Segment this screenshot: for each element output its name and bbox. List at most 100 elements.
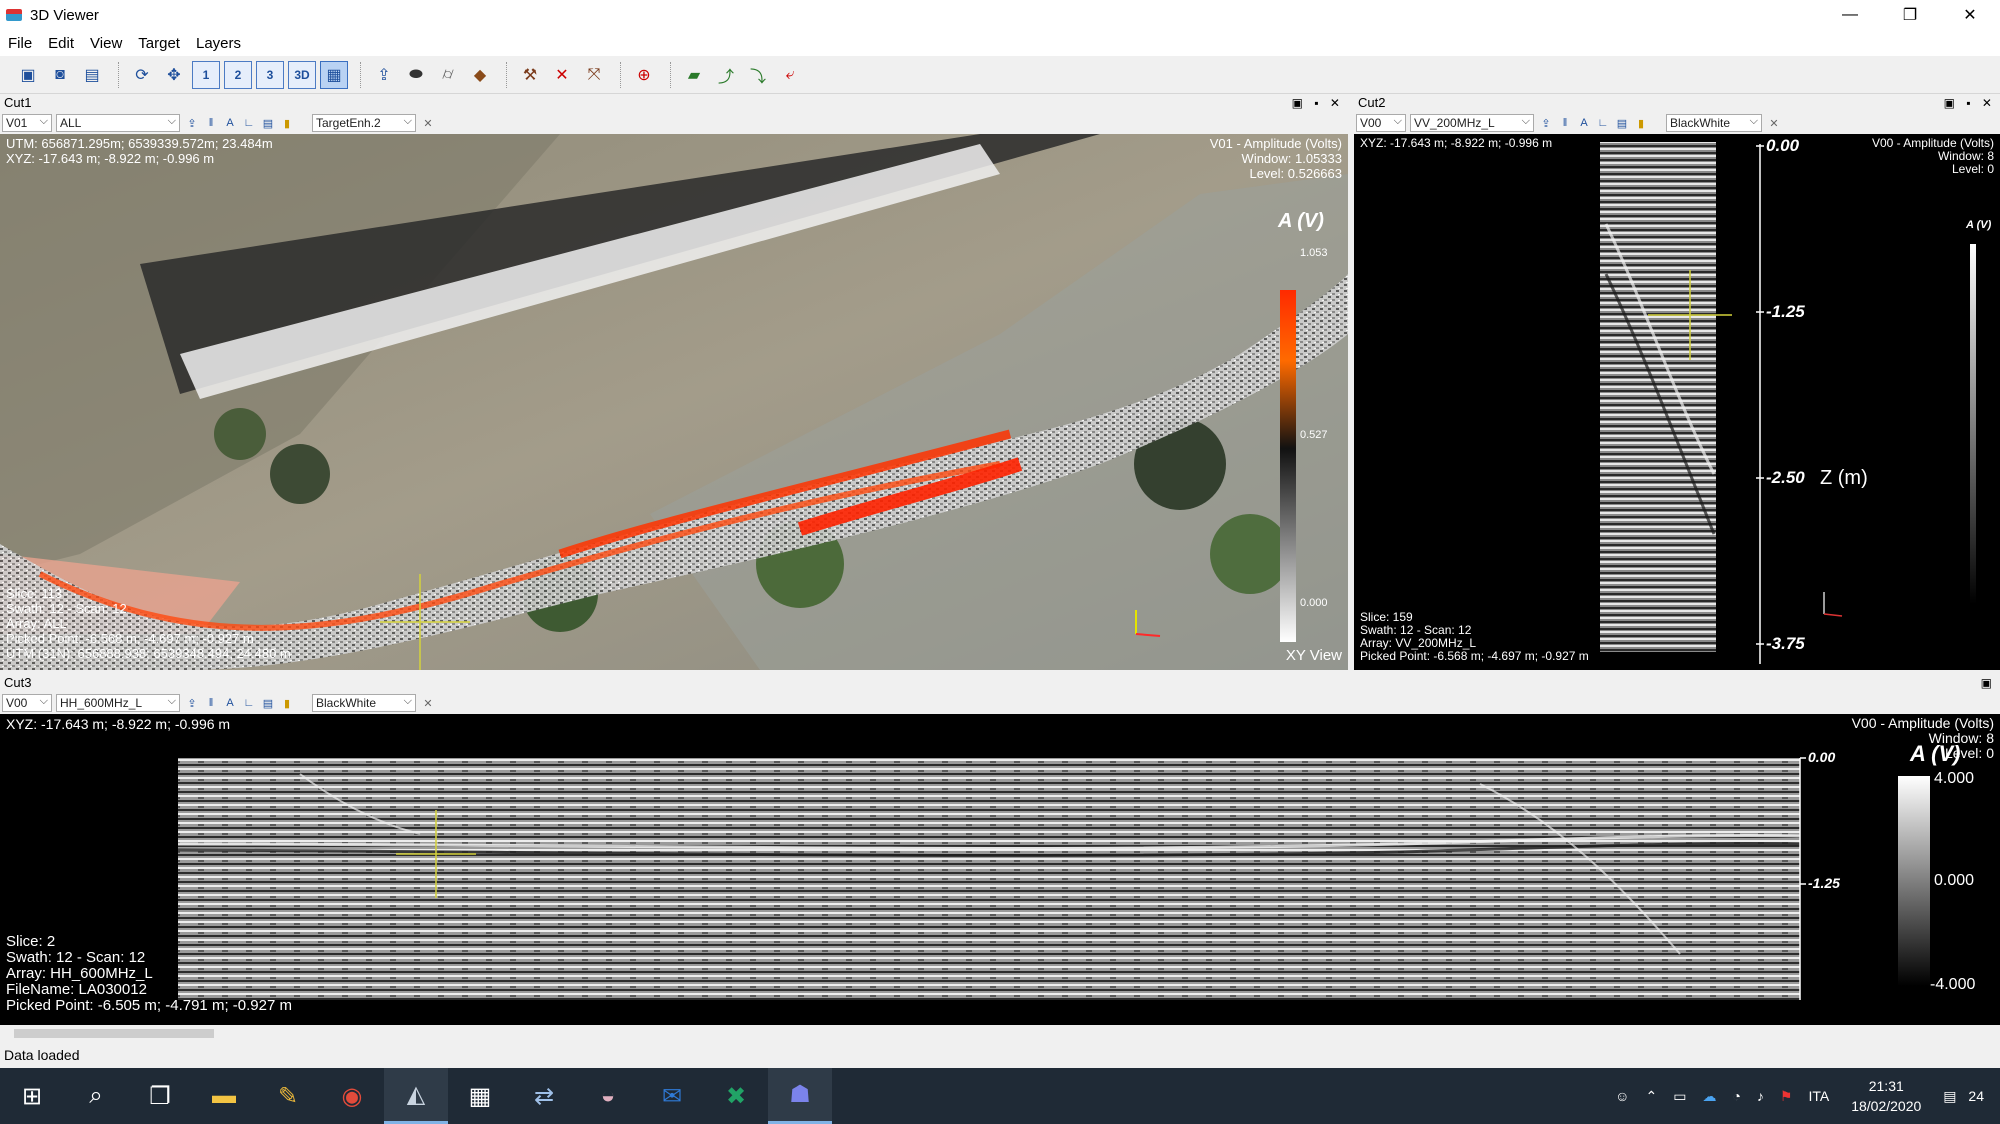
battery-icon[interactable]: ▭ — [1673, 1088, 1686, 1105]
connect-icon[interactable]: ⤧ — [580, 61, 608, 89]
pan-icon[interactable]: ✥ — [160, 61, 188, 89]
cut1-palette-icon[interactable]: ▮ — [279, 115, 295, 131]
close-button[interactable]: ✕ — [1940, 0, 2000, 30]
minimize-button[interactable]: — — [1820, 0, 1880, 30]
cut1-export-icon[interactable]: ⇪ — [184, 115, 200, 131]
menu-edit[interactable]: Edit — [40, 35, 82, 52]
scrollbar-thumb[interactable] — [14, 1029, 214, 1038]
camera-icon[interactable]: ◙ — [46, 61, 74, 89]
horizontal-scrollbar[interactable] — [0, 1025, 2000, 1042]
cut3-array-select[interactable]: HH_600MHz_L — [56, 694, 180, 712]
target-icon[interactable]: ⊕ — [630, 61, 658, 89]
cut3-font-icon[interactable]: A — [222, 695, 238, 711]
cut2-font-icon[interactable]: A — [1576, 115, 1592, 131]
menu-view[interactable]: View — [82, 35, 130, 52]
cut3-export-icon[interactable]: ⇪ — [184, 695, 200, 711]
cut2-export-icon[interactable]: ⇪ — [1538, 115, 1554, 131]
cut3-radargram — [177, 757, 1930, 1000]
chart-icon[interactable]: ⤵ — [744, 61, 772, 89]
cut1-font-icon[interactable]: A — [222, 115, 238, 131]
cut3-bars-icon[interactable]: ‖ — [203, 695, 219, 711]
cut2-section-view[interactable]: XYZ: -17.643 m; -8.922 m; -0.996 m V00 -… — [1354, 134, 2000, 670]
cut3-z-tick-1: -1.25 — [1808, 875, 1840, 891]
cut2-volume-select[interactable]: V00 — [1356, 114, 1406, 132]
cut2-axis-icon[interactable]: ∟ — [1595, 115, 1611, 131]
cut2-grid-icon[interactable]: ▤ — [1614, 115, 1630, 131]
clock-time: 21:31 — [1868, 1078, 1904, 1094]
export-icon[interactable]: ⇪ — [370, 61, 398, 89]
cut3-axis-icon[interactable]: ∟ — [241, 695, 257, 711]
cut2-array-select[interactable]: VV_200MHz_L — [1410, 114, 1534, 132]
outlook-icon[interactable]: ✉ — [640, 1068, 704, 1124]
cut1-colormap-select[interactable]: TargetEnh.2 — [312, 114, 416, 132]
3d-viewer-taskbar-icon[interactable]: ◭ — [384, 1068, 448, 1124]
menu-target[interactable]: Target — [130, 35, 188, 52]
object-icon[interactable]: ◆ — [466, 61, 494, 89]
security-icon[interactable]: ⚑ — [1780, 1088, 1793, 1105]
cut1-bars-icon[interactable]: ‖ — [203, 115, 219, 131]
onedrive-icon[interactable]: ☁ — [1702, 1088, 1716, 1105]
cut2-bars-icon[interactable]: ‖ — [1557, 115, 1573, 131]
cut1-grid-icon[interactable]: ▤ — [260, 115, 276, 131]
cut2-toolbar: V00 VV_200MHz_L ⇪ ‖ A ∟ ▤ ▮ BlackWhite ✕ — [1354, 112, 2000, 134]
file-explorer-icon[interactable]: ▬ — [192, 1068, 256, 1124]
cut2-z-tick-1: -1.25 — [1766, 302, 1805, 321]
cut3-close-icon[interactable]: ✕ — [420, 695, 436, 711]
open-project-icon[interactable]: ▣ — [14, 61, 42, 89]
cylinder-icon[interactable]: ⬬ — [402, 61, 430, 89]
pen-app-icon[interactable]: ✎ — [256, 1068, 320, 1124]
app-icon — [6, 9, 22, 21]
layout-icon[interactable]: ▦ — [320, 60, 348, 89]
clock[interactable]: 21:31 18/02/2020 — [1851, 1076, 1921, 1116]
cut3-volume-select[interactable]: V00 — [2, 694, 52, 712]
paint-app-icon[interactable]: ◒ — [576, 1068, 640, 1124]
cut1-volume-select[interactable]: V01 — [2, 114, 52, 132]
network-icon[interactable]: ◔ — [1732, 1088, 1740, 1104]
cut2-colormap-select[interactable]: BlackWhite — [1666, 114, 1762, 132]
sync-app-icon[interactable]: ⇄ — [512, 1068, 576, 1124]
pipe-icon[interactable]: ⌭ — [434, 61, 462, 89]
view-2-icon[interactable]: 2 — [224, 60, 252, 89]
calculator-icon[interactable]: ▦ — [448, 1068, 512, 1124]
maximize-button[interactable]: ❐ — [1880, 0, 1940, 30]
cut1-array-select[interactable]: ALL — [56, 114, 180, 132]
cut2-palette-icon[interactable]: ▮ — [1633, 115, 1649, 131]
chart-add-icon[interactable]: ⤴ — [712, 61, 740, 89]
volume-icon[interactable]: ♪ — [1757, 1088, 1764, 1104]
pick-tool-icon[interactable]: ⚒ — [516, 61, 544, 89]
chrome-icon[interactable]: ◉ — [320, 1068, 384, 1124]
cut2-picked-point: Picked Point: -6.568 m; -4.697 m; -0.927… — [1360, 649, 1589, 663]
excel-icon[interactable]: ✖ — [704, 1068, 768, 1124]
menu-layers[interactable]: Layers — [188, 35, 249, 52]
notification-count: 24 — [1968, 1087, 1984, 1104]
view-3d-icon[interactable]: 3D — [288, 60, 316, 89]
cut2-close-icon[interactable]: ✕ — [1766, 115, 1782, 131]
chart-remove-icon[interactable]: ⤶ — [776, 61, 804, 89]
cut1-window-controls[interactable]: ▣ ▪ ✕ — [1292, 94, 1344, 112]
cut2-header: Cut2 ▣ ▪ ✕ — [1354, 94, 2000, 112]
layers-edit-icon[interactable]: ▤ — [78, 61, 106, 89]
cut1-close-icon[interactable]: ✕ — [420, 115, 436, 131]
start-icon[interactable]: ⊞ — [0, 1068, 64, 1124]
cut2-window-controls[interactable]: ▣ ▪ ✕ — [1944, 94, 1996, 112]
notification-icon[interactable]: ▤ 24 — [1943, 1088, 1992, 1105]
search-icon[interactable]: ⌕ — [64, 1068, 128, 1124]
chevron-up-icon[interactable]: ⌃ — [1645, 1088, 1657, 1105]
cut3-section-view[interactable]: XYZ: -17.643 m; -8.922 m; -0.996 m V00 -… — [0, 714, 2000, 1025]
cut3-palette-icon[interactable]: ▮ — [279, 695, 295, 711]
cut3-grid-icon[interactable]: ▤ — [260, 695, 276, 711]
people-icon[interactable]: ☺ — [1615, 1088, 1629, 1104]
view-3-icon[interactable]: 3 — [256, 60, 284, 89]
cut1-axis-icon[interactable]: ∟ — [241, 115, 257, 131]
cut3-window-controls[interactable]: ▣ — [1981, 674, 1996, 692]
view-1-icon[interactable]: 1 — [192, 60, 220, 89]
delete-icon[interactable]: ✕ — [548, 61, 576, 89]
cut3-colormap-select[interactable]: BlackWhite — [312, 694, 416, 712]
task-view-icon[interactable]: ❐ — [128, 1068, 192, 1124]
teams-icon[interactable]: ☗ — [768, 1068, 832, 1124]
rotate-icon[interactable]: ⟳ — [128, 61, 156, 89]
language-indicator[interactable]: ITA — [1808, 1088, 1829, 1104]
menu-file[interactable]: File — [0, 35, 40, 52]
volume-icon[interactable]: ▰ — [680, 61, 708, 89]
cut1-xy-view[interactable]: UTM: 656871.295m; 6539339.572m; 23.484m … — [0, 134, 1348, 670]
